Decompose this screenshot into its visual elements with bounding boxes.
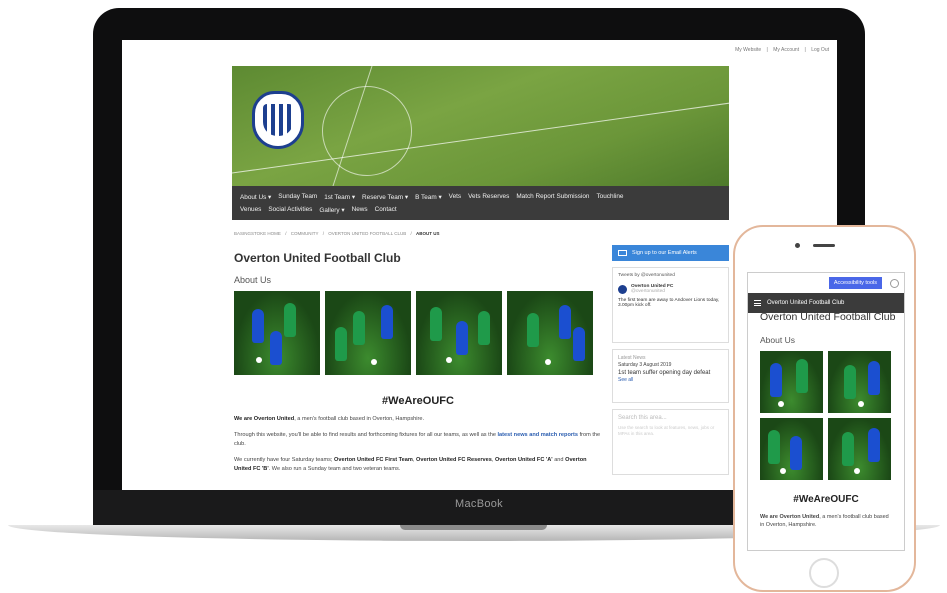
email-signup-button[interactable]: Sign up to our Email Alerts [612,245,729,261]
search-input[interactable]: Search this area... [618,415,723,421]
gallery-photo[interactable] [760,350,823,413]
gallery-photo[interactable] [507,291,593,375]
nav-gallery[interactable]: Gallery ▾ [319,206,344,214]
hashtag-heading: #WeAreOUFC [382,395,454,407]
nav-contact[interactable]: Contact [375,206,397,213]
nav-sunday-team[interactable]: Sunday Team [278,193,317,200]
gallery-photo[interactable] [234,291,320,375]
accessibility-tools-button[interactable]: Accessibility tools [828,277,882,289]
gallery-photo[interactable] [828,350,891,413]
gallery-photo[interactable] [325,291,411,375]
club-crest-logo[interactable] [252,91,304,149]
gallery-photo[interactable] [416,291,502,375]
nav-row-2: Venues Social Activities Gallery ▾ News … [240,203,721,216]
news-headline[interactable]: 1st team suffer opening day defeat [618,369,723,377]
mail-icon [618,250,627,256]
website-paragraph: Through this website, you'll be able to … [234,432,601,447]
page-title: Overton United Football Club [234,251,401,265]
device-mockup: My Website | My Account | Log Out About … [0,0,947,593]
photo-gallery [760,350,904,480]
latest-news: Latest News Saturday 3 August 2019 1st t… [612,349,729,403]
search-area[interactable]: Search this area... Use the search to lo… [612,409,729,475]
teams-paragraph: We currently have four Saturday teams; O… [234,457,587,472]
nav-vets-reserves[interactable]: Vets Reserves [468,193,509,200]
nav-venues[interactable]: Venues [240,206,261,213]
hashtag-heading: #WeAreOUFC [793,493,859,505]
section-title: About Us [234,275,272,285]
top-bar: My Website | My Account | Log Out [122,40,837,62]
news-link[interactable]: latest news and match reports [498,432,579,438]
laptop-notch [400,525,547,530]
nav-vets[interactable]: Vets [449,193,461,200]
page-title: Overton United Football Club [760,311,896,323]
sidebar: Sign up to our Email Alerts Tweets by @o… [612,245,729,490]
hero-banner [232,66,729,186]
nav-row-1: About Us ▾ Sunday Team 1st Team ▾ Reserv… [240,190,721,203]
nav-touchline[interactable]: Touchline [596,193,623,200]
nav-1st-team[interactable]: 1st Team ▾ [324,193,355,201]
main-navigation: About Us ▾ Sunday Team 1st Team ▾ Reserv… [232,186,729,220]
section-title: About Us [760,334,795,345]
breadcrumb: BASINGSTOKE HOME / COMMUNITY / OVERTON U… [234,231,440,236]
home-button[interactable] [809,558,839,588]
settings-icon[interactable] [890,279,899,288]
my-website-link[interactable]: My Website [735,47,761,53]
my-account-link[interactable]: My Account [773,47,799,53]
nav-news[interactable]: News [352,206,368,213]
gallery-photo[interactable] [760,417,823,480]
twitter-feed: Tweets by @overtonunited Overton United … [612,267,729,343]
main-content: Overton United Football Club About Us #W… [234,245,602,490]
crumb-community[interactable]: COMMUNITY [291,231,319,236]
nav-match-report[interactable]: Match Report Submission [516,193,589,200]
crumb-home[interactable]: BASINGSTOKE HOME [234,231,281,236]
laptop-screen: My Website | My Account | Log Out About … [122,40,837,490]
nav-about-us[interactable]: About Us ▾ [240,193,271,201]
avatar [618,284,627,294]
log-out-link[interactable]: Log Out [811,47,829,53]
speaker-grille [813,244,835,247]
photo-gallery [234,291,602,375]
tweet-text: The first team are away to Andover Lions… [618,298,720,308]
gallery-photo[interactable] [828,417,891,480]
nav-reserve-team[interactable]: Reserve Team ▾ [362,193,408,201]
crumb-club[interactable]: OVERTON UNITED FOOTBALL CLUB [328,231,406,236]
menu-icon[interactable] [754,300,761,306]
account-links: My Website | My Account | Log Out [735,47,829,53]
see-all-link[interactable]: See all [618,377,723,384]
nav-b-team[interactable]: B Team ▾ [415,193,442,201]
mobile-nav-bar[interactable]: Overton United Football Club [748,293,904,313]
camera-icon [795,243,800,248]
intro-paragraph: We are Overton United, a men's football … [234,416,424,422]
phone-screen: Accessibility tools Overton United Footb… [747,272,905,551]
phone-device: Accessibility tools Overton United Footb… [733,225,916,592]
intro-paragraph: We are Overton United, a men's football … [760,513,889,528]
crumb-current: ABOUT US [416,231,440,236]
nav-social[interactable]: Social Activities [268,206,312,213]
